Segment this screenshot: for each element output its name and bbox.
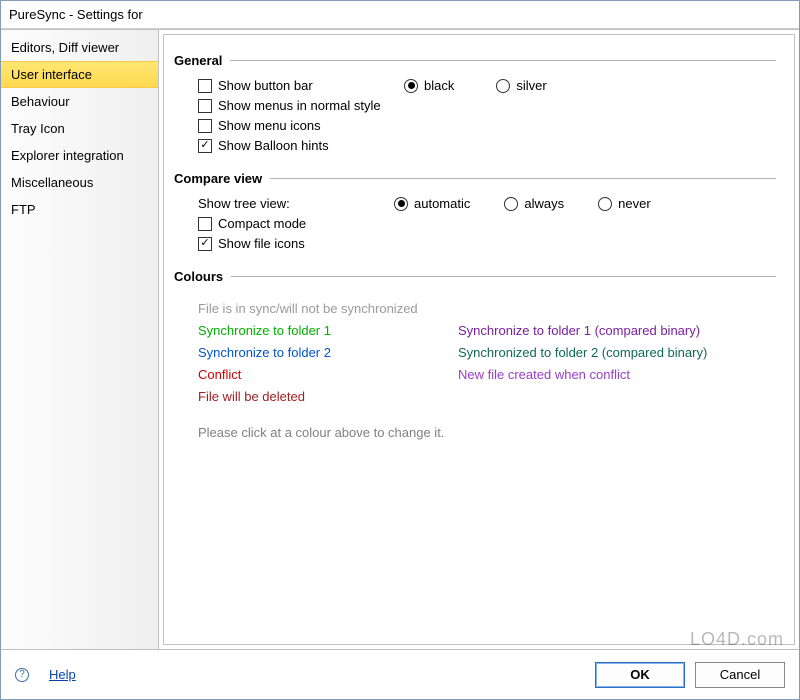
radio-icon — [404, 79, 418, 93]
label-show-button-bar: Show button bar — [218, 78, 398, 93]
radio-icon — [496, 79, 510, 93]
sidebar-item-tray-icon[interactable]: Tray Icon — [1, 115, 158, 142]
group-general-header: General — [174, 53, 776, 68]
colour-sync-folder2-binary[interactable]: Synchronized to folder 2 (compared binar… — [458, 345, 748, 360]
help-link[interactable]: Help — [49, 667, 76, 682]
colour-conflict[interactable]: Conflict — [198, 367, 448, 382]
sidebar-item-ftp[interactable]: FTP — [1, 196, 158, 223]
colour-list-left: File is in sync/will not be synchronized… — [198, 294, 448, 411]
radio-tree-automatic[interactable]: automatic — [394, 196, 470, 211]
group-colours-body: File is in sync/will not be synchronized… — [198, 294, 776, 411]
colour-sync-folder1-binary[interactable]: Synchronize to folder 1 (compared binary… — [458, 323, 748, 338]
label-compact-mode: Compact mode — [218, 216, 306, 231]
colour-sync-folder1[interactable]: Synchronize to folder 1 — [198, 323, 448, 338]
sidebar-item-user-interface[interactable]: User interface — [1, 61, 158, 88]
checkbox-compact-mode[interactable] — [198, 217, 212, 231]
window-title: PureSync - Settings for — [1, 1, 799, 29]
checkbox-show-file-icons[interactable] — [198, 237, 212, 251]
radio-icon — [394, 197, 408, 211]
radio-tree-never[interactable]: never — [598, 196, 651, 211]
help-icon: ? — [15, 668, 29, 682]
colour-deleted[interactable]: File will be deleted — [198, 389, 448, 404]
radio-theme-silver[interactable]: silver — [496, 78, 546, 93]
body-row: Editors, Diff viewer User interface Beha… — [1, 29, 799, 649]
sidebar-item-miscellaneous[interactable]: Miscellaneous — [1, 169, 158, 196]
sidebar-item-behaviour[interactable]: Behaviour — [1, 88, 158, 115]
label-show-menus-normal: Show menus in normal style — [218, 98, 381, 113]
group-colours-title: Colours — [174, 269, 223, 284]
label-show-menu-icons: Show menu icons — [218, 118, 321, 133]
rule — [231, 276, 776, 277]
group-general-title: General — [174, 53, 222, 68]
colour-hint: Please click at a colour above to change… — [198, 425, 776, 440]
checkbox-show-button-bar[interactable] — [198, 79, 212, 93]
sidebar: Editors, Diff viewer User interface Beha… — [1, 30, 159, 649]
checkbox-show-balloon-hints[interactable] — [198, 139, 212, 153]
checkbox-show-menus-normal[interactable] — [198, 99, 212, 113]
colour-sync-folder2[interactable]: Synchronize to folder 2 — [198, 345, 448, 360]
content-panel: General Show button bar black silver — [163, 34, 795, 645]
footer: ? Help OK Cancel — [1, 649, 799, 699]
sidebar-item-explorer-integration[interactable]: Explorer integration — [1, 142, 158, 169]
radio-icon — [598, 197, 612, 211]
rule — [230, 60, 776, 61]
group-colours-header: Colours — [174, 269, 776, 284]
colour-new-file-conflict[interactable]: New file created when conflict — [458, 367, 748, 382]
colour-insync[interactable]: File is in sync/will not be synchronized — [198, 301, 448, 316]
label-show-tree-view: Show tree view: — [198, 196, 388, 211]
radio-theme-black[interactable]: black — [404, 78, 454, 93]
group-general-body: Show button bar black silver Show menus … — [198, 78, 776, 153]
group-compare-body: Show tree view: automatic always never — [198, 196, 776, 251]
label-show-file-icons: Show file icons — [218, 236, 305, 251]
group-compare-title: Compare view — [174, 171, 262, 186]
radio-icon — [504, 197, 518, 211]
radio-tree-always[interactable]: always — [504, 196, 564, 211]
label-show-balloon-hints: Show Balloon hints — [218, 138, 329, 153]
group-compare-header: Compare view — [174, 171, 776, 186]
settings-window: PureSync - Settings for Editors, Diff vi… — [0, 0, 800, 700]
cancel-button[interactable]: Cancel — [695, 662, 785, 688]
ok-button[interactable]: OK — [595, 662, 685, 688]
rule — [270, 178, 776, 179]
colour-list-right: . Synchronize to folder 1 (compared bina… — [458, 294, 748, 411]
checkbox-show-menu-icons[interactable] — [198, 119, 212, 133]
sidebar-item-editors[interactable]: Editors, Diff viewer — [1, 34, 158, 61]
